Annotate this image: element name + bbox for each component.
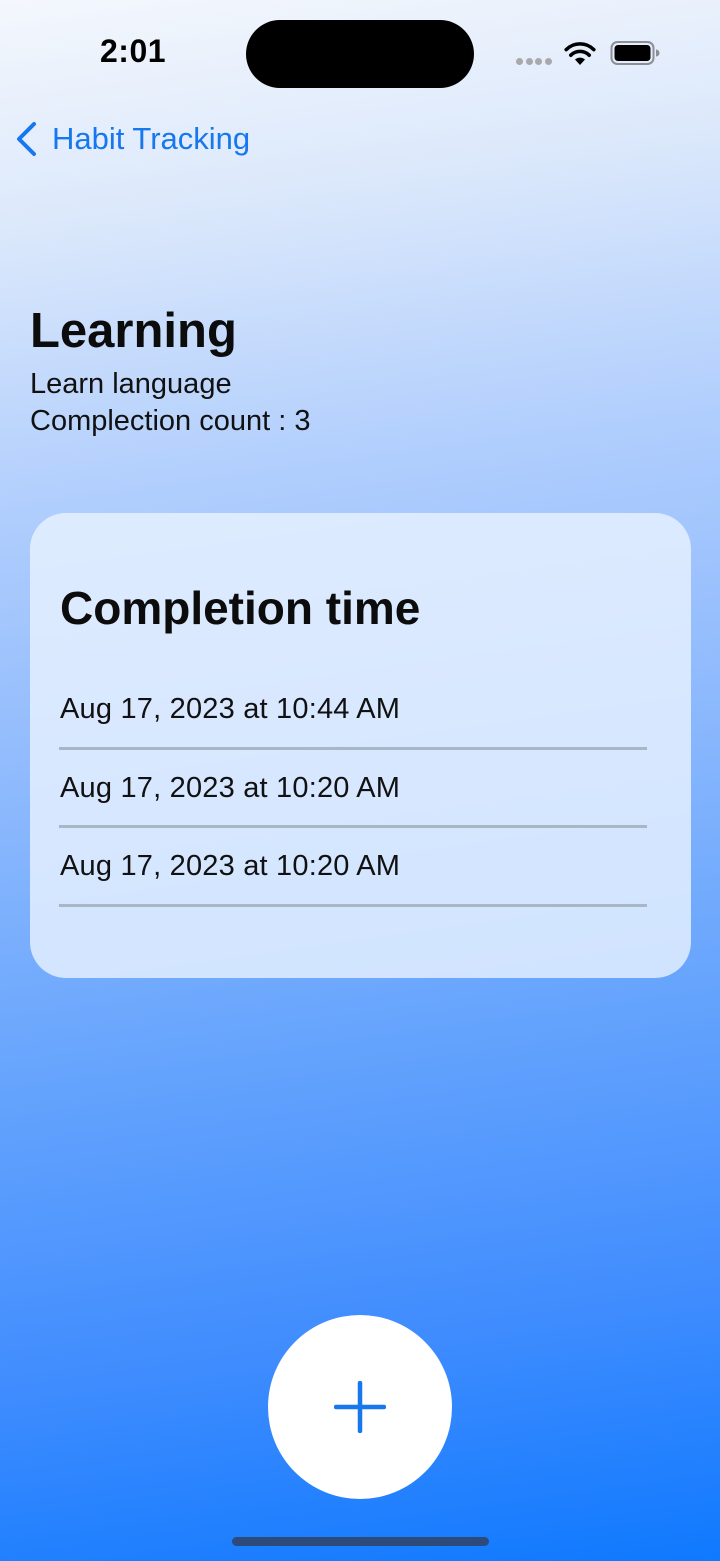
completion-time-card: Completion time Aug 17, 2023 at 10:44 AM… (30, 513, 691, 978)
completion-time-row: Aug 17, 2023 at 10:20 AM (59, 750, 647, 828)
completion-count: Complection count : 3 (30, 405, 311, 437)
completion-time-text: Aug 17, 2023 at 10:20 AM (60, 850, 401, 882)
completion-time-text: Aug 17, 2023 at 10:44 AM (60, 693, 401, 725)
home-indicator[interactable] (232, 1537, 489, 1546)
completion-time-text: Aug 17, 2023 at 10:20 AM (60, 771, 401, 804)
habit-description: Learn language (30, 368, 232, 400)
chevron-left-icon (17, 122, 36, 156)
back-button[interactable]: Habit Tracking (14, 116, 250, 162)
wifi-icon (564, 42, 596, 65)
habit-title: Learning (30, 304, 237, 358)
plus-icon (334, 1381, 386, 1433)
completion-time-row: Aug 17, 2023 at 10:20 AM (59, 828, 647, 907)
add-completion-button[interactable] (268, 1315, 452, 1499)
back-button-label: Habit Tracking (52, 121, 251, 156)
battery-icon (610, 41, 660, 65)
completion-time-list: Aug 17, 2023 at 10:44 AM Aug 17, 2023 at… (59, 671, 647, 907)
cellular-signal-icon (516, 58, 552, 65)
card-title: Completion time (60, 582, 421, 634)
habit-detail-screen: 2:01 Habit Tracking Learning Learn langu… (0, 0, 720, 1561)
completion-time-row: Aug 17, 2023 at 10:44 AM (59, 671, 647, 750)
dynamic-island (246, 20, 474, 88)
status-time: 2:01 (100, 33, 167, 69)
